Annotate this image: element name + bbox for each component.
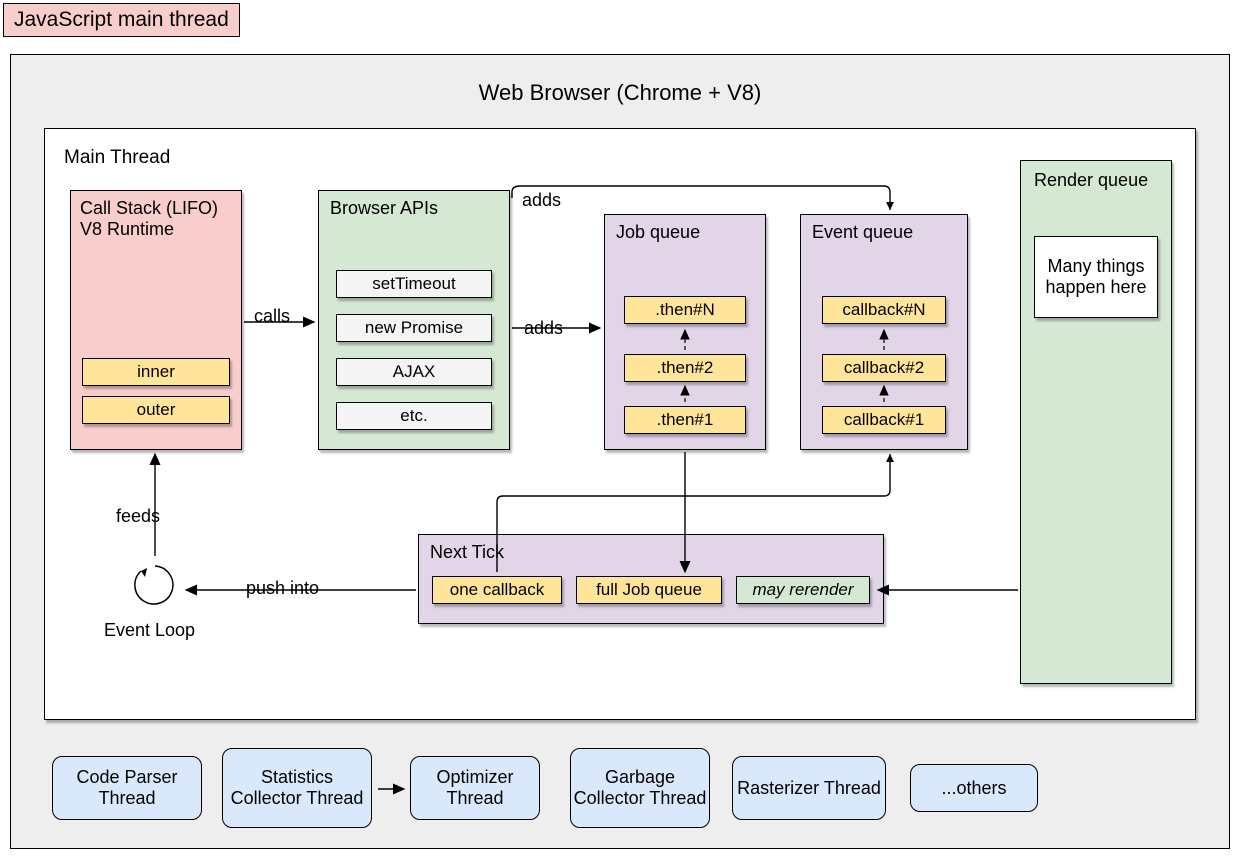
text: new Promise (365, 318, 463, 338)
text: full Job queue (596, 580, 702, 600)
render-queue-title: Render queue (1034, 170, 1148, 191)
browser-title: Web Browser (Chrome + V8) (0, 80, 1240, 106)
next-tick-rerender: may rerender (736, 576, 870, 604)
job-queue-title: Job queue (616, 222, 700, 243)
event-item-1: callback#1 (822, 406, 946, 434)
main-thread-label: Main Thread (64, 147, 170, 169)
api-ajax: AJAX (336, 358, 492, 386)
event-item-n: callback#N (822, 296, 946, 324)
job-item-2: .then#2 (624, 354, 746, 382)
call-stack-title: Call Stack (LIFO) V8 Runtime (80, 198, 218, 240)
text: .then#N (655, 300, 715, 320)
event-queue-title: Event queue (812, 222, 913, 243)
text: one callback (450, 580, 545, 600)
text: callback#2 (844, 358, 924, 378)
thread-gc: Garbage Collector Thread (570, 748, 710, 828)
api-etc: etc. (336, 402, 492, 430)
text: setTimeout (372, 274, 455, 294)
diagram-canvas: JavaScript main thread Web Browser (Chro… (0, 0, 1240, 859)
text: may rerender (752, 580, 853, 600)
next-tick-one-callback: one callback (432, 576, 562, 604)
edge-adds2: adds (522, 190, 561, 211)
edge-feeds: feeds (116, 506, 160, 527)
text: etc. (400, 406, 427, 426)
thread-stats-collector: Statistics Collector Thread (222, 748, 372, 828)
job-item-n: .then#N (624, 296, 746, 324)
browser-apis-title: Browser APIs (330, 198, 438, 219)
text: callback#N (842, 300, 925, 320)
edge-adds1: adds (524, 318, 563, 339)
next-tick-title: Next Tick (430, 542, 504, 563)
event-loop-label: Event Loop (104, 620, 195, 641)
event-loop-icon (130, 560, 180, 610)
job-item-1: .then#1 (624, 406, 746, 434)
thread-optimizer: Optimizer Thread (410, 756, 540, 820)
text: callback#1 (844, 410, 924, 430)
edge-calls: calls (254, 306, 290, 327)
text: AJAX (393, 362, 436, 382)
next-tick-full-job: full Job queue (576, 576, 722, 604)
text: .then#2 (657, 358, 714, 378)
event-item-2: callback#2 (822, 354, 946, 382)
render-queue-note: Many things happen here (1034, 236, 1158, 318)
api-settimeout: setTimeout (336, 270, 492, 298)
thread-others: ...others (910, 764, 1038, 812)
thread-rasterizer: Rasterizer Thread (732, 756, 886, 820)
call-stack-item-inner: inner (82, 358, 230, 386)
api-new-promise: new Promise (336, 314, 492, 342)
edge-push-into: push into (246, 578, 319, 599)
text: outer (137, 400, 176, 420)
page-title: JavaScript main thread (3, 3, 240, 37)
call-stack-item-outer: outer (82, 396, 230, 424)
text: inner (137, 362, 175, 382)
text: .then#1 (657, 410, 714, 430)
thread-code-parser: Code Parser Thread (52, 756, 202, 820)
